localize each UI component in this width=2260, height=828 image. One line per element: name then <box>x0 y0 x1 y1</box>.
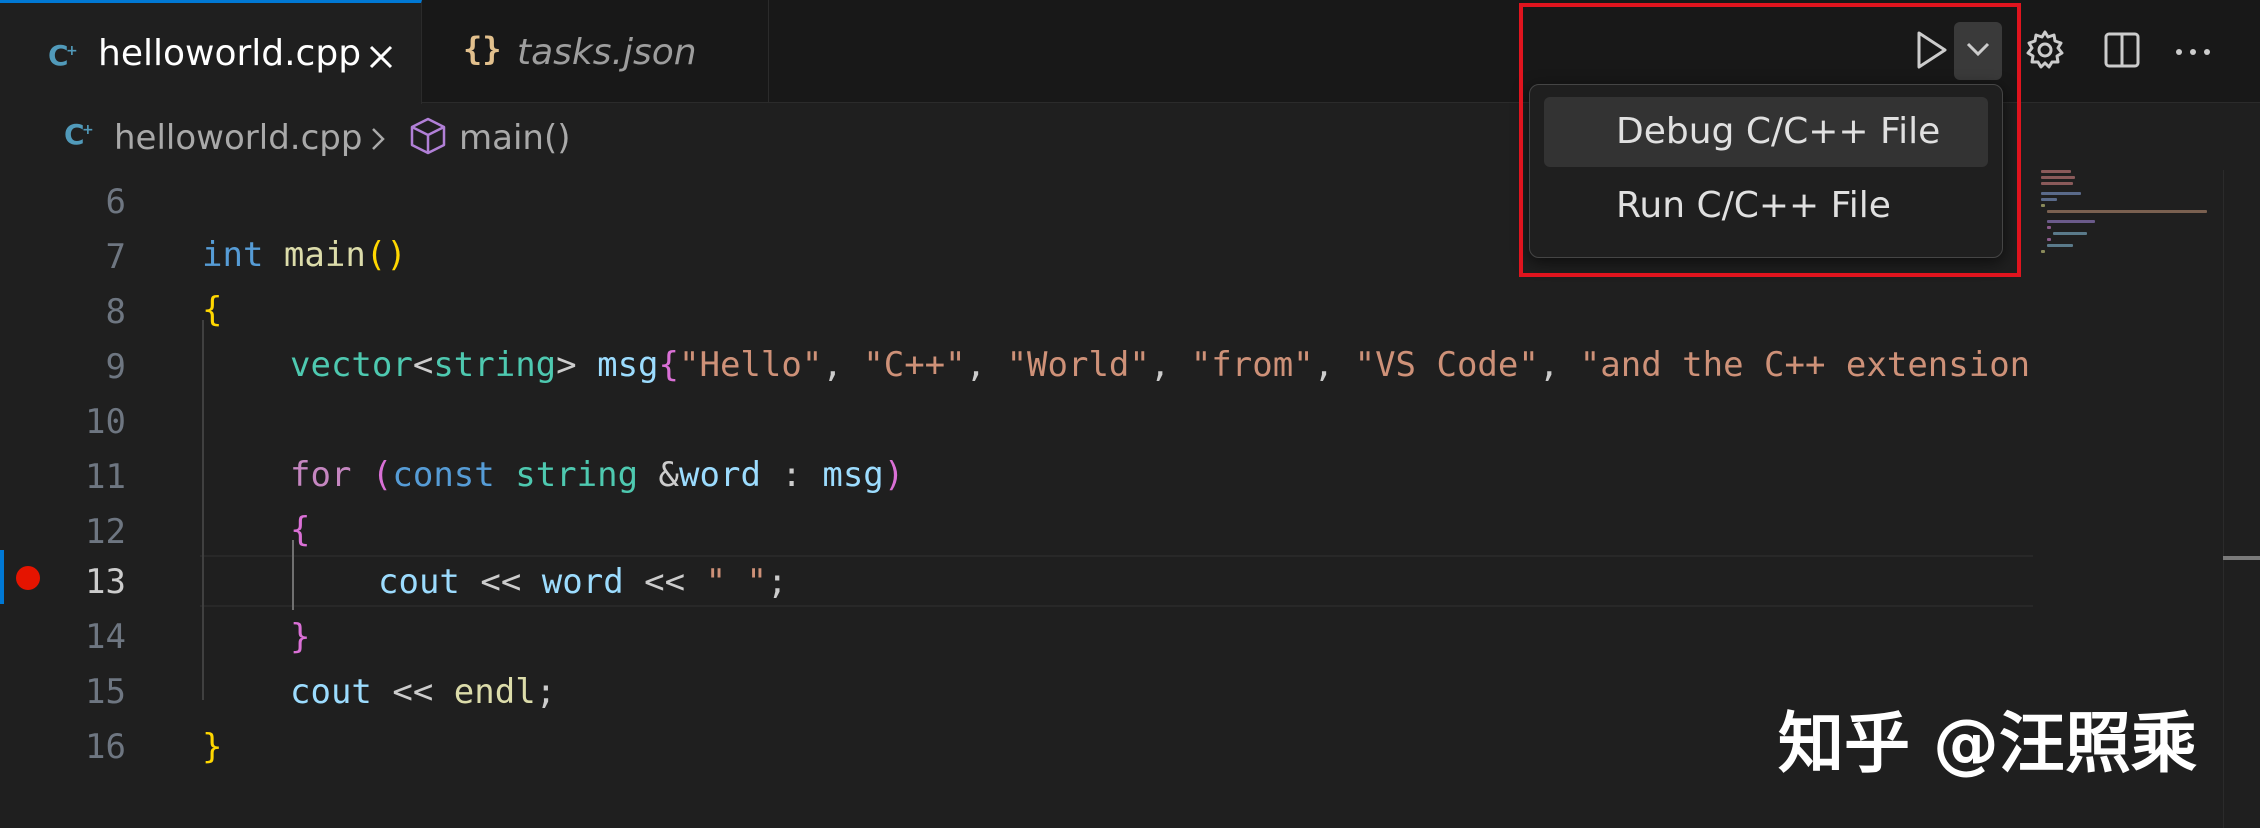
minimap-line <box>2041 250 2045 253</box>
minimap-line <box>2047 220 2095 223</box>
line-number: 7 <box>105 237 126 277</box>
line-number: 16 <box>85 727 126 767</box>
minimap-line <box>2053 232 2087 235</box>
split-editor-icon <box>2102 30 2142 74</box>
minimap-line <box>2047 210 2207 213</box>
watermark: 知乎 @汪照乘 <box>1778 705 2197 782</box>
split-editor-button[interactable] <box>2094 20 2150 84</box>
code-line-13: cout << word << " "; <box>378 562 788 602</box>
ellipsis-icon <box>2173 43 2213 62</box>
gear-icon <box>2024 29 2066 75</box>
tab-label: helloworld.cpp <box>98 33 362 74</box>
chevron-right-icon <box>368 126 388 156</box>
cpp-file-icon: C + <box>62 116 98 156</box>
code-line-9: vector<string> msg{"Hello", "C++", "Worl… <box>290 345 2033 385</box>
code-line-11: for (const string &word : msg) <box>290 455 905 495</box>
svg-text:+: + <box>66 43 78 59</box>
scrollbar-cursor-marker <box>2223 556 2260 560</box>
tab-label: tasks.json <box>517 32 697 73</box>
settings-button[interactable] <box>2017 20 2073 84</box>
code-line-15: cout << endl; <box>290 672 557 712</box>
vertical-scrollbar[interactable] <box>2223 170 2260 828</box>
code-line-12: { <box>290 510 311 550</box>
line-number: 14 <box>85 617 126 657</box>
breadcrumb-file[interactable]: helloworld.cpp <box>114 118 362 158</box>
line-number: 12 <box>85 512 126 552</box>
minimap-line <box>2047 226 2051 229</box>
annotation-highlight-box <box>1519 3 2021 277</box>
line-number: 11 <box>85 457 126 497</box>
close-icon[interactable] <box>363 39 399 75</box>
line-number: 10 <box>85 402 126 442</box>
indent-guide <box>202 320 204 700</box>
minimap-line <box>2041 182 2073 185</box>
minimap-line <box>2041 176 2075 179</box>
more-actions-button[interactable] <box>2165 20 2221 84</box>
line-number: 9 <box>105 347 126 387</box>
minimap-line <box>2041 170 2071 173</box>
cpp-file-icon: C + <box>46 37 82 77</box>
cube-symbol-icon <box>409 116 447 160</box>
minimap-line <box>2041 198 2057 201</box>
minimap-line <box>2047 244 2073 247</box>
minimap-line <box>2047 238 2051 241</box>
minimap-line <box>2041 192 2081 195</box>
tab-helloworld-cpp[interactable]: C + helloworld.cpp <box>0 0 422 104</box>
indent-guide-active <box>292 540 294 610</box>
line-number: 8 <box>105 292 126 332</box>
minimap-line <box>2041 204 2045 207</box>
line-number: 15 <box>85 672 126 712</box>
tab-tasks-json[interactable]: {} tasks.json <box>423 0 769 103</box>
code-line-8: { <box>202 290 223 330</box>
code-line-16: } <box>202 727 223 767</box>
json-braces-icon: {} <box>463 30 502 68</box>
code-line-7: int main() <box>202 235 407 275</box>
line-number: 6 <box>105 182 126 222</box>
svg-text:+: + <box>82 122 94 138</box>
breadcrumb-symbol[interactable]: main() <box>459 118 570 158</box>
line-number-active: 13 <box>85 562 126 602</box>
code-line-14: } <box>290 617 311 657</box>
